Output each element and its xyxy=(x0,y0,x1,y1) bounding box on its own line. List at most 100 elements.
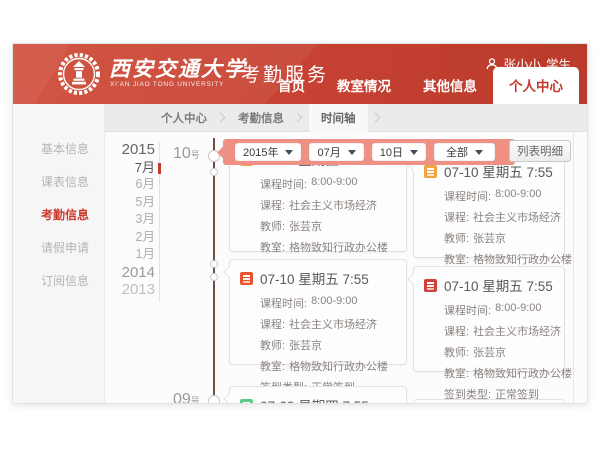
filter-bar: 2015年 07月 10日 全部 xyxy=(223,139,515,165)
nav-personal-center[interactable]: 个人中心 xyxy=(493,67,579,104)
card-field-row: 课程:社会主义市场经济 xyxy=(444,323,554,339)
card-field-row: 课程:社会主义市场经济 xyxy=(260,197,396,213)
card-field-row: 课程时间:8:00-9:00 xyxy=(444,302,554,318)
signin-status-icon xyxy=(240,399,253,405)
field-label: 课程时间: xyxy=(444,302,491,318)
card-field-row: 教师:张芸京 xyxy=(260,218,396,234)
sidebar-item-subscription-info[interactable]: 订阅信息 xyxy=(13,264,104,297)
attendance-card: 07-10 星期五 7:55 课程时间:8:00-9:00课程:社会主义市场经济… xyxy=(413,152,565,258)
year-select-value: 2015年 xyxy=(243,144,278,160)
field-value: 社会主义市场经济 xyxy=(473,209,561,225)
type-select-value: 全部 xyxy=(446,144,468,160)
timeline-node-day09 xyxy=(208,395,220,404)
scale-june[interactable]: 6月 xyxy=(136,176,155,194)
field-value: 格物致知行政办公楼 xyxy=(289,239,388,255)
university-name-en: XI'AN JIAO TONG UNIVERSITY xyxy=(110,81,224,88)
field-label: 课程: xyxy=(260,197,285,213)
scale-july-active[interactable]: 7月 xyxy=(135,159,155,177)
breadcrumb-attendance-info[interactable]: 考勤信息 xyxy=(232,110,290,126)
field-label: 教室: xyxy=(444,365,469,381)
sidebar-item-schedule-info[interactable]: 课表信息 xyxy=(13,165,104,198)
field-value: 格物致知行政办公楼 xyxy=(473,365,572,381)
timeline-scale: 2015 7月 6月 5月 3月 2月 1月 2014 2013 xyxy=(113,141,155,299)
breadcrumb: 个人中心 考勤信息 时间轴 xyxy=(105,104,587,132)
field-label: 教室: xyxy=(260,239,285,255)
type-select[interactable]: 全部 xyxy=(434,143,495,161)
day-select-value: 10日 xyxy=(380,144,403,160)
day-suffix: 号 xyxy=(191,150,200,160)
field-value: 张芸京 xyxy=(473,344,506,360)
card-field-row: 教室:格物致知行政办公楼 xyxy=(444,251,554,267)
card-field-row: 教师:张芸京 xyxy=(444,344,554,360)
scale-january[interactable]: 1月 xyxy=(136,246,155,264)
top-nav: 首页 教室情况 其他信息 个人中心 xyxy=(262,67,579,104)
nav-other-info[interactable]: 其他信息 xyxy=(421,67,479,104)
scale-march[interactable]: 3月 xyxy=(136,211,155,229)
field-value: 张芸京 xyxy=(289,218,322,234)
field-label: 教室: xyxy=(260,358,285,374)
field-value: 张芸京 xyxy=(473,230,506,246)
field-value: 社会主义市场经济 xyxy=(289,197,377,213)
timeline-node xyxy=(210,260,218,268)
field-value: 8:00-9:00 xyxy=(311,176,357,192)
day-suffix: 号 xyxy=(191,396,200,404)
chevron-right-icon xyxy=(370,113,380,123)
month-select-value: 07月 xyxy=(317,144,340,160)
card-title: 07-10 星期五 7:55 xyxy=(260,268,369,288)
attendance-card-clipped xyxy=(413,399,565,404)
month-select[interactable]: 07月 xyxy=(309,143,363,161)
field-value: 社会主义市场经济 xyxy=(289,316,377,332)
university-name-cn: 西安交通大学 xyxy=(109,53,247,83)
card-title: 07-10 星期五 7:55 xyxy=(444,275,553,295)
sidebar: 基本信息 课表信息 考勤信息 请假申请 订阅信息 xyxy=(13,104,105,403)
app-window: 西安交通大学 XI'AN JIAO TONG UNIVERSITY 考勤服务 张… xyxy=(12,43,588,404)
card-title: 07-09 星期四 7:55 xyxy=(260,395,369,404)
field-value: 8:00-9:00 xyxy=(495,188,541,204)
field-label: 课程: xyxy=(444,209,469,225)
card-field-row: 课程时间:8:00-9:00 xyxy=(444,188,554,204)
field-label: 教师: xyxy=(260,337,285,353)
field-value: 张芸京 xyxy=(289,337,322,353)
nav-classrooms[interactable]: 教室情况 xyxy=(335,67,393,104)
field-label: 课程时间: xyxy=(444,188,491,204)
attendance-card: 07-09 星期四 7:55 xyxy=(229,386,407,404)
card-fields: 课程时间:8:00-9:00课程:社会主义市场经济教师:张芸京教室:格物致知行政… xyxy=(240,295,396,395)
scale-february[interactable]: 2月 xyxy=(136,229,155,247)
chevron-right-icon xyxy=(216,113,226,123)
card-title-row: 07-10 星期五 7:55 xyxy=(424,275,554,295)
field-label: 教师: xyxy=(444,230,469,246)
card-field-row: 教室:格物致知行政办公楼 xyxy=(260,358,396,374)
chevron-down-icon xyxy=(285,150,293,155)
signin-status-icon xyxy=(240,272,253,285)
page: 西安交通大学 XI'AN JIAO TONG UNIVERSITY 考勤服务 张… xyxy=(0,0,600,450)
breadcrumb-timeline[interactable]: 时间轴 xyxy=(309,104,368,132)
app-header: 西安交通大学 XI'AN JIAO TONG UNIVERSITY 考勤服务 张… xyxy=(13,44,587,104)
sidebar-item-attendance-info[interactable]: 考勤信息 xyxy=(13,198,104,231)
card-fields: 课程时间:8:00-9:00 课程:社会主义市场经济教师:张芸京教室:格物致知行政… xyxy=(424,302,554,402)
breadcrumb-personal-center[interactable]: 个人中心 xyxy=(155,110,213,126)
attendance-card: 07-10 星期五 7:55 课程时间:8:00-9:00课程:社会主义市场经济… xyxy=(229,259,407,365)
active-month-tick xyxy=(158,163,161,174)
scale-2015[interactable]: 2015 xyxy=(122,141,155,159)
field-value: 社会主义市场经济 xyxy=(473,323,561,339)
day-select[interactable]: 10日 xyxy=(372,143,426,161)
scale-may[interactable]: 5月 xyxy=(136,194,155,212)
chevron-down-icon xyxy=(410,150,418,155)
content-right-divider xyxy=(573,132,574,403)
day-marker-10: 10号 xyxy=(173,145,200,163)
list-detail-button[interactable]: 列表明细 xyxy=(509,140,571,162)
timeline-node xyxy=(210,168,218,176)
card-field-row: 教室:格物致知行政办公楼 xyxy=(444,365,554,381)
chevron-down-icon xyxy=(348,150,356,155)
card-field-row: 教室:格物致知行政办公楼 xyxy=(260,239,396,255)
scale-2013[interactable]: 2013 xyxy=(122,281,155,299)
sidebar-item-basic-info[interactable]: 基本信息 xyxy=(13,132,104,165)
day-number: 09 xyxy=(173,391,191,404)
card-field-row: 教师:张芸京 xyxy=(444,230,554,246)
chevron-right-icon xyxy=(293,113,303,123)
attendance-card: 07-10 星期五 7:55 课程时间:8:00-9:00 课程:社会主义市场经济… xyxy=(413,266,565,372)
scale-2014[interactable]: 2014 xyxy=(122,264,155,282)
year-select[interactable]: 2015年 xyxy=(235,143,301,161)
nav-home[interactable]: 首页 xyxy=(276,67,307,104)
sidebar-item-leave-request[interactable]: 请假申请 xyxy=(13,231,104,264)
